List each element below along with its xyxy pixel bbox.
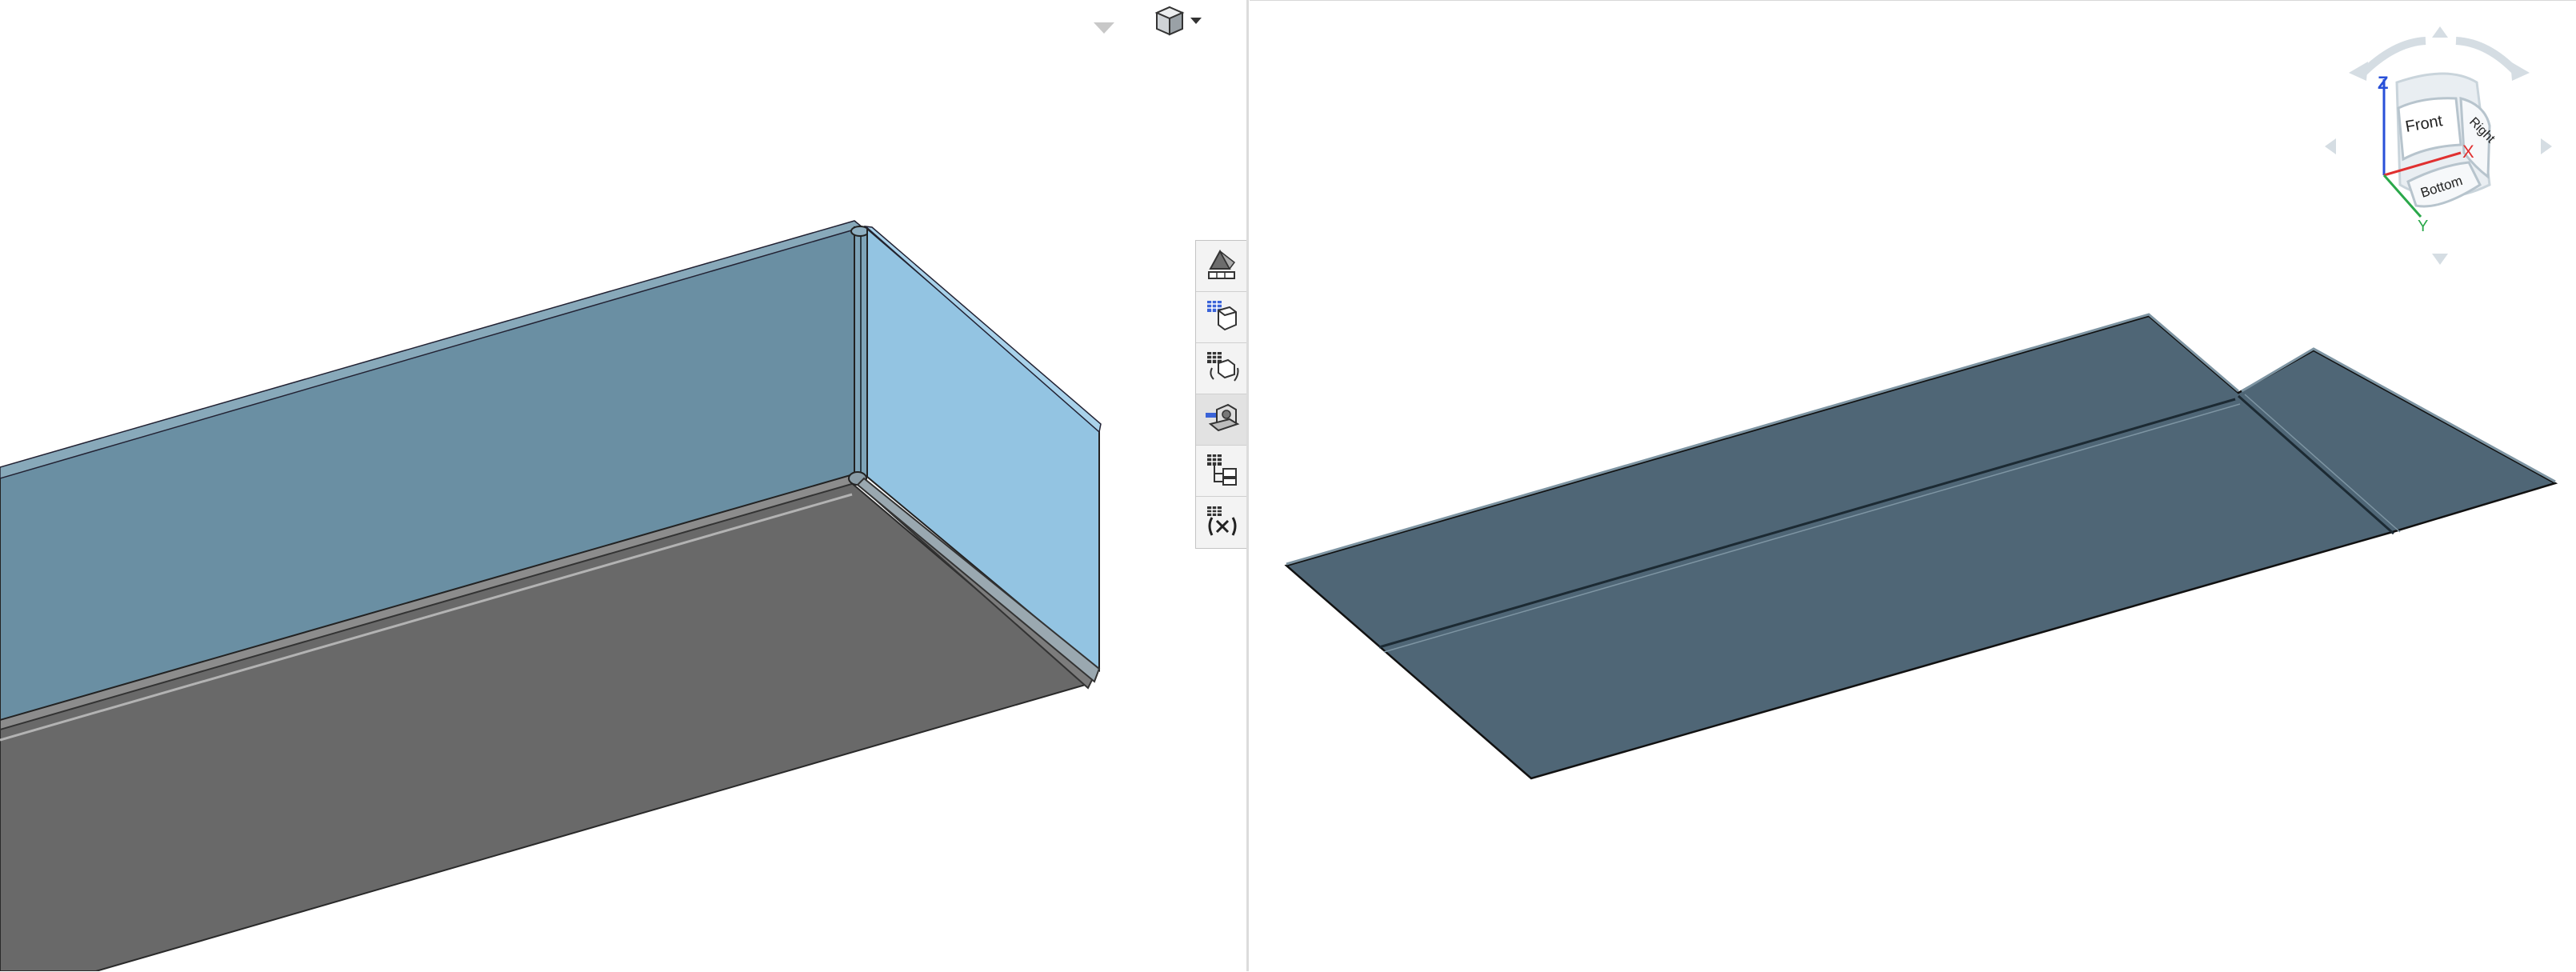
side-toolbar xyxy=(1195,240,1248,549)
variables-icon xyxy=(1202,502,1241,544)
model-scene[interactable] xyxy=(0,0,1248,971)
arrow-left-icon[interactable] xyxy=(2325,138,2336,154)
arrow-right-icon[interactable] xyxy=(2541,138,2552,154)
variables-button[interactable] xyxy=(1196,497,1247,548)
flat-pattern-viewport[interactable]: Front Right Bottom Z X Y xyxy=(1250,0,2576,972)
rotate-right-arc[interactable] xyxy=(2455,37,2520,76)
mesh-parts-button[interactable] xyxy=(1196,343,1247,394)
mesh-cube-icon xyxy=(1202,296,1241,338)
mesh-parts-icon xyxy=(1202,347,1241,390)
model-viewport[interactable] xyxy=(0,0,1248,971)
appearance-icon xyxy=(1202,245,1241,287)
mesh-tree-button[interactable] xyxy=(1196,446,1247,497)
navigation-cube[interactable]: Front Right Bottom Z X Y xyxy=(2320,25,2554,265)
corner-top-cap xyxy=(850,226,870,237)
cube-icon xyxy=(1154,5,1185,41)
rotate-left-arc[interactable] xyxy=(2358,37,2426,78)
section-view-icon xyxy=(1202,398,1241,441)
axis-z-label: Z xyxy=(2378,73,2388,93)
axis-x-label: X xyxy=(2462,142,2474,162)
mesh-tree-icon xyxy=(1202,450,1241,492)
axis-y-label: Y xyxy=(2418,218,2428,235)
rotate-right-arrow-icon[interactable] xyxy=(2510,62,2530,81)
viewport-splitter[interactable] xyxy=(1246,0,1249,971)
arrow-down-icon[interactable] xyxy=(2432,254,2448,265)
mesh-cube-button[interactable] xyxy=(1196,292,1247,343)
flat-pattern-sheet xyxy=(1284,314,2558,780)
chevron-down-icon[interactable] xyxy=(1090,19,1118,41)
caret-down-icon xyxy=(1190,15,1202,30)
view-toolbar xyxy=(1084,0,1228,45)
appearance-button[interactable] xyxy=(1196,241,1247,292)
section-view-button[interactable] xyxy=(1196,394,1247,446)
view-cube-button[interactable] xyxy=(1154,5,1210,40)
rotate-left-arrow-icon[interactable] xyxy=(2349,62,2368,81)
arrow-up-icon[interactable] xyxy=(2432,26,2448,38)
